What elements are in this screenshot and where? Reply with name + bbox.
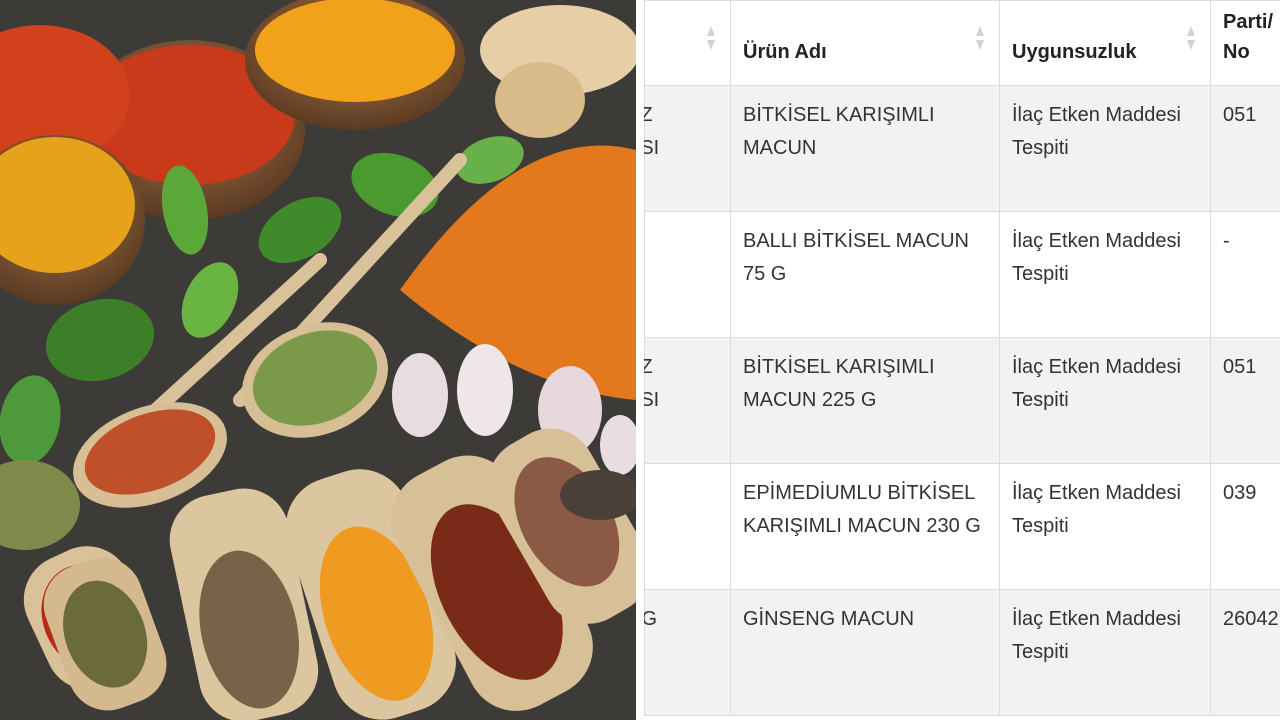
table-row: İ BALLI BİTKİSEL MACUN 75 G İlaç Etken M… — [644, 211, 1280, 338]
cell-issue: İlaç Etken Maddesi Tespiti — [999, 589, 1211, 716]
cell-text: BİTKİSEL KARIŞIMLI MACUN 225 G — [743, 356, 935, 411]
cell-lot: 051 — [1210, 337, 1280, 464]
cell-product: BİTKİSEL KARIŞIMLI MACUN 225 G — [730, 337, 1000, 464]
table-header-row: Ürün Adı Uygunsuzluk Parti/ No — [644, 0, 1280, 86]
cell-text: İ — [644, 212, 730, 258]
cell-lot: 051 — [1210, 85, 1280, 212]
column-header-product-name[interactable]: Ürün Adı — [730, 0, 1000, 86]
cell-lot: - — [1210, 211, 1280, 338]
column-header-firm[interactable] — [644, 0, 731, 86]
cell-product: GİNSENG MACUN — [730, 589, 1000, 716]
cell-text: NG — [644, 608, 657, 630]
cell-text: 26042 — [1223, 608, 1279, 630]
cell-text: BİTKİSEL KARIŞIMLI MACUN — [743, 104, 935, 159]
table-row: EZ ASI BİTKİSEL KARIŞIMLI MACUN İlaç Etk… — [644, 85, 1280, 212]
cell-text: 051 — [1223, 104, 1257, 126]
cell-issue: İlaç Etken Maddesi Tespiti — [999, 337, 1211, 464]
spices-photo — [0, 0, 636, 720]
sort-icon[interactable] — [706, 25, 716, 51]
cell-firm: İ — [644, 211, 731, 338]
recall-table-panel: Ürün Adı Uygunsuzluk Parti/ No EZ ASI Bİ… — [644, 0, 1280, 720]
cell-issue: İlaç Etken Maddesi Tespiti — [999, 463, 1211, 590]
table-row: İ EPİMEDİUMLU BİTKİSEL KARIŞIMLI MACUN 2… — [644, 463, 1280, 590]
cell-text: İlaç Etken Maddesi Tespiti — [1012, 230, 1181, 285]
column-header-label: Parti/ No — [1223, 11, 1274, 63]
cell-issue: İlaç Etken Maddesi Tespiti — [999, 211, 1211, 338]
cell-firm: İ — [644, 463, 731, 590]
cell-text: İ — [644, 464, 730, 510]
cell-firm: EZ ASI — [644, 85, 731, 212]
cell-text: İlaç Etken Maddesi Tespiti — [1012, 104, 1181, 159]
cell-text: 051 — [1223, 356, 1257, 378]
spices-illustration — [0, 0, 636, 720]
table-row: NG GİNSENG MACUN İlaç Etken Maddesi Tesp… — [644, 589, 1280, 716]
cell-text: GİNSENG MACUN — [743, 608, 915, 630]
cell-text: İlaç Etken Maddesi Tespiti — [1012, 356, 1181, 411]
cell-text: İlaç Etken Maddesi Tespiti — [1012, 482, 1181, 537]
recall-table: Ürün Adı Uygunsuzluk Parti/ No EZ ASI Bİ… — [644, 0, 1280, 716]
sort-icon[interactable] — [975, 25, 985, 51]
cell-product: BALLI BİTKİSEL MACUN 75 G — [730, 211, 1000, 338]
column-header-label: Ürün Adı — [743, 41, 827, 63]
cell-lot: 039 — [1210, 463, 1280, 590]
sort-icon[interactable] — [1186, 25, 1196, 51]
cell-firm: EZ ASI — [644, 337, 731, 464]
cell-text: EZ ASI — [644, 104, 660, 159]
column-header-nonconformity[interactable]: Uygunsuzluk — [999, 0, 1211, 86]
table-row: EZ ASI BİTKİSEL KARIŞIMLI MACUN 225 G İl… — [644, 337, 1280, 464]
cell-issue: İlaç Etken Maddesi Tespiti — [999, 85, 1211, 212]
cell-text: BALLI BİTKİSEL MACUN 75 G — [743, 230, 969, 285]
cell-text: EPİMEDİUMLU BİTKİSEL KARIŞIMLI MACUN 230… — [743, 482, 981, 537]
cell-product: BİTKİSEL KARIŞIMLI MACUN — [730, 85, 1000, 212]
cell-firm: NG — [644, 589, 731, 716]
column-header-label — [645, 67, 730, 85]
column-header-lot-no[interactable]: Parti/ No — [1210, 0, 1280, 86]
cell-text: 039 — [1223, 482, 1257, 504]
cell-product: EPİMEDİUMLU BİTKİSEL KARIŞIMLI MACUN 230… — [730, 463, 1000, 590]
column-header-label: Uygunsuzluk — [1012, 41, 1137, 63]
cell-text: - — [1223, 230, 1230, 252]
cell-text: İlaç Etken Maddesi Tespiti — [1012, 608, 1181, 663]
cell-text: EZ ASI — [644, 356, 660, 411]
cell-lot: 26042 — [1210, 589, 1280, 716]
